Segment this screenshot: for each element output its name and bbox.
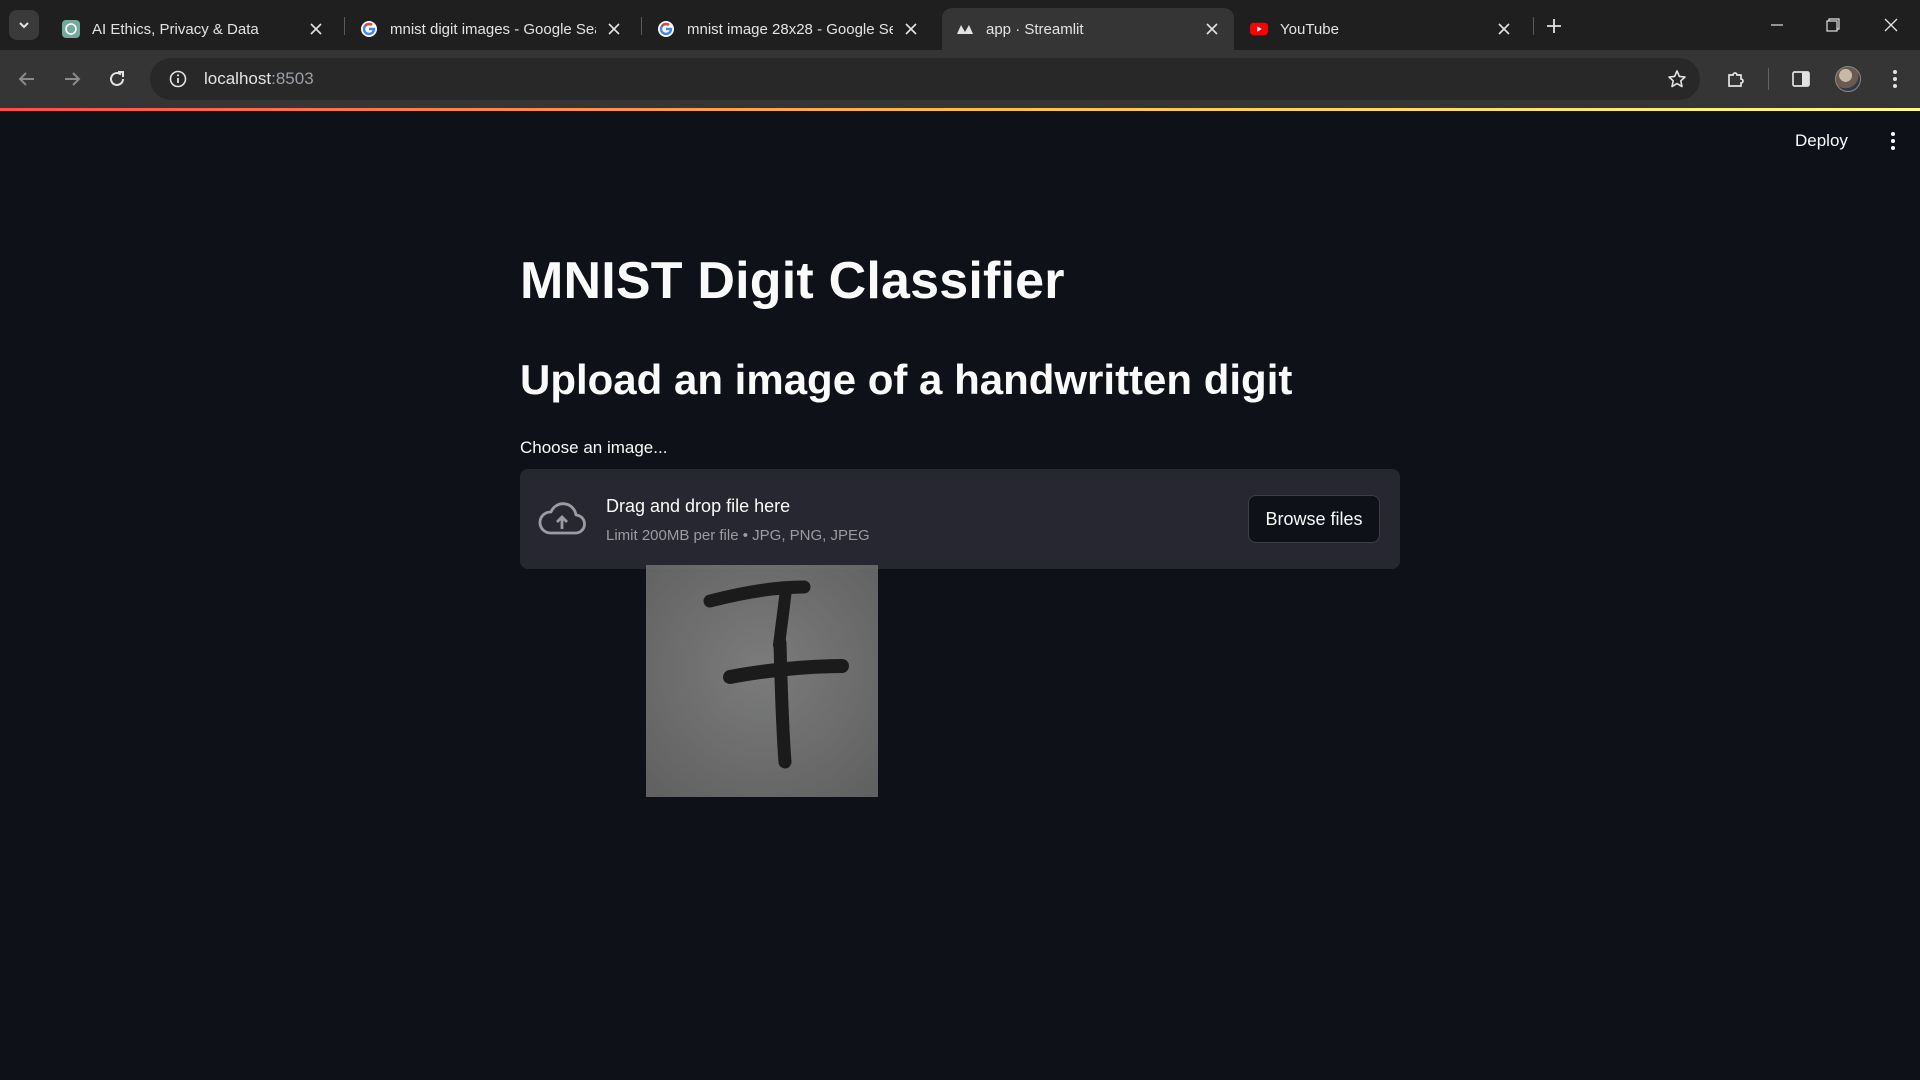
- google-icon: [657, 20, 675, 38]
- puzzle-icon: [1728, 72, 1744, 87]
- chevron-down-icon: [19, 22, 29, 29]
- chatgpt-icon: [62, 20, 80, 38]
- close-icon[interactable]: [1202, 19, 1222, 39]
- cloud-upload-icon: [538, 497, 586, 541]
- toolbar-separator: [1768, 68, 1769, 90]
- page-title: MNIST Digit Classifier: [520, 252, 1065, 310]
- deploy-button[interactable]: Deploy: [1795, 127, 1848, 155]
- arrow-left-icon: [18, 72, 34, 86]
- tab-search-button[interactable]: [9, 10, 39, 40]
- minimize-button[interactable]: [1762, 10, 1792, 40]
- minimize-icon: [1771, 24, 1783, 26]
- reload-icon: [110, 71, 124, 86]
- close-icon[interactable]: [901, 19, 921, 39]
- close-window-button[interactable]: [1876, 10, 1906, 40]
- browser-tab-streamlit-app[interactable]: app · Streamlit: [942, 8, 1234, 50]
- close-icon[interactable]: [604, 19, 624, 39]
- file-dropzone[interactable]: Drag and drop file here Limit 200MB per …: [520, 469, 1400, 569]
- browser-tab-mnist-digit-images[interactable]: mnist digit images - Google Search: [346, 8, 636, 50]
- browser-tab-strip: AI Ethics, Privacy & Data mnist digit im…: [0, 0, 1920, 50]
- browser-tab-youtube[interactable]: YouTube: [1236, 8, 1526, 50]
- side-panel-icon: [1792, 71, 1810, 87]
- tab-title: AI Ethics, Privacy & Data: [92, 20, 259, 38]
- close-icon[interactable]: [306, 19, 326, 39]
- address-bar[interactable]: localhost:8503: [150, 58, 1700, 100]
- file-uploader-label: Choose an image...: [520, 438, 668, 457]
- browse-files-button[interactable]: Browse files: [1248, 495, 1380, 543]
- reload-button[interactable]: [100, 62, 134, 96]
- tab-separator: [1533, 17, 1534, 35]
- streamlit-app: Deploy MNIST Digit Classifier Upload an …: [0, 111, 1920, 1080]
- more-vertical-icon: [1891, 132, 1895, 150]
- extensions-button[interactable]: [1719, 62, 1753, 96]
- more-vertical-icon: [1893, 70, 1897, 88]
- tab-title: app · Streamlit: [986, 20, 1084, 38]
- dropzone-instructions: Drag and drop file here: [606, 496, 791, 516]
- profile-avatar[interactable]: [1835, 66, 1861, 92]
- new-tab-button[interactable]: [1540, 12, 1568, 40]
- url-port: :8503: [271, 69, 314, 88]
- section-header: Upload an image of a handwritten digit: [520, 356, 1293, 403]
- tab-title: mnist digit images - Google Search: [390, 20, 596, 38]
- streamlit-icon: [956, 20, 974, 38]
- dropzone-limit-text: Limit 200MB per file • JPG, PNG, JPEG: [606, 527, 870, 544]
- back-button[interactable]: [10, 62, 44, 96]
- restore-icon: [1826, 18, 1840, 32]
- tab-title: mnist image 28x28 - Google Search: [687, 20, 893, 38]
- url-host: localhost: [204, 69, 272, 88]
- dragged-digit-image: [646, 565, 878, 797]
- forward-button[interactable]: [55, 62, 89, 96]
- browser-tab-mnist-image-28x28[interactable]: mnist image 28x28 - Google Search: [643, 8, 933, 50]
- tab-title: YouTube: [1280, 20, 1339, 38]
- tab-separator: [344, 17, 345, 35]
- tab-separator: [641, 17, 642, 35]
- browser-toolbar: localhost:8503: [0, 50, 1920, 108]
- bookmark-star-icon[interactable]: [1664, 66, 1690, 92]
- side-panel-button[interactable]: [1784, 62, 1818, 96]
- browser-menu-button[interactable]: [1878, 62, 1912, 96]
- site-info-icon[interactable]: [158, 70, 198, 88]
- app-menu-button[interactable]: [1880, 126, 1906, 156]
- google-icon: [360, 20, 378, 38]
- url-text: localhost:8503: [204, 69, 314, 89]
- arrow-right-icon: [65, 72, 81, 86]
- browser-tab-ai-ethics[interactable]: AI Ethics, Privacy & Data: [48, 8, 338, 50]
- plus-icon: [1547, 19, 1561, 33]
- restore-button[interactable]: [1818, 10, 1848, 40]
- close-icon[interactable]: [1494, 19, 1514, 39]
- youtube-icon: [1250, 20, 1268, 38]
- close-icon: [1884, 18, 1898, 32]
